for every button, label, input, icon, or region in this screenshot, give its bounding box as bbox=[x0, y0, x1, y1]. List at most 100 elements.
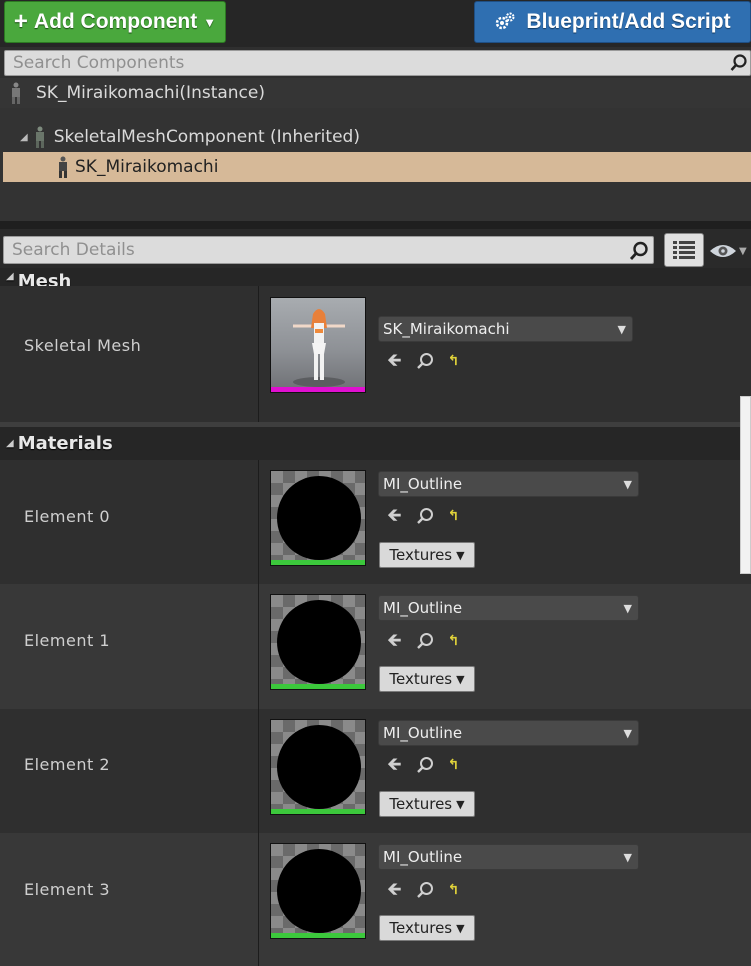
textures-dropdown-button[interactable]: Textures ▼ bbox=[379, 915, 475, 941]
material-sphere-icon bbox=[277, 600, 361, 684]
material-value: MI_Outline bbox=[383, 475, 463, 493]
chevron-down-icon: ▼ bbox=[203, 14, 217, 30]
search-icon[interactable] bbox=[629, 241, 649, 261]
plus-icon: + bbox=[13, 8, 28, 35]
tree-item-root-label: SK_Miraikomachi(Instance) bbox=[36, 83, 265, 103]
skeletal-mesh-thumbnail[interactable] bbox=[270, 297, 366, 393]
asset-tools: 🡸 ↰ bbox=[387, 507, 459, 525]
material-thumbnail[interactable] bbox=[270, 470, 366, 566]
tree-item-selected-label: SK_Miraikomachi bbox=[75, 157, 219, 177]
tree-item-inherited[interactable]: ◢ SkeletalMeshComponent (Inherited) bbox=[0, 122, 751, 152]
view-options-button[interactable]: ▼ bbox=[709, 240, 751, 262]
textures-dropdown-button[interactable]: Textures ▼ bbox=[379, 542, 475, 568]
asset-tools: 🡸 ↰ bbox=[387, 352, 459, 370]
tree-item-selected[interactable]: SK_Miraikomachi bbox=[3, 152, 751, 182]
tooltip-edge bbox=[740, 396, 751, 574]
browse-magnifier-icon[interactable] bbox=[416, 756, 434, 774]
use-selected-arrow-icon[interactable]: 🡸 bbox=[387, 881, 402, 899]
column-separator[interactable] bbox=[258, 286, 259, 422]
material-thumbnail[interactable] bbox=[270, 719, 366, 815]
material-element-row: Element 3 MI_Outline ▼ 🡸 ↰ Textures ▼ bbox=[0, 833, 751, 966]
list-view-button[interactable] bbox=[664, 233, 704, 267]
column-separator[interactable] bbox=[258, 460, 259, 584]
skeletal-mesh-row: Skeletal Mesh SK_Miraikomachi ▼ 🡸 ↰ bbox=[0, 286, 751, 422]
blueprint-add-script-button[interactable]: Blueprint/Add Script bbox=[474, 1, 751, 43]
component-tree: SK_Miraikomachi(Instance) ◢ SkeletalMesh… bbox=[0, 78, 751, 221]
material-combo[interactable]: MI_Outline ▼ bbox=[378, 720, 639, 746]
eye-icon bbox=[710, 245, 736, 257]
category-materials-title: Materials bbox=[17, 433, 113, 454]
textures-label: Textures bbox=[389, 795, 453, 813]
textures-label: Textures bbox=[389, 670, 453, 688]
chevron-down-icon: ▼ bbox=[623, 850, 632, 864]
expand-triangle-icon[interactable]: ◢ bbox=[20, 132, 28, 143]
asset-tools: 🡸 ↰ bbox=[387, 881, 459, 899]
use-selected-arrow-icon[interactable]: 🡸 bbox=[387, 352, 402, 370]
chevron-down-icon: ▼ bbox=[456, 921, 465, 935]
material-combo[interactable]: MI_Outline ▼ bbox=[378, 844, 639, 870]
material-thumbnail[interactable] bbox=[270, 843, 366, 939]
mannequin-icon bbox=[12, 82, 20, 104]
material-value: MI_Outline bbox=[383, 848, 463, 866]
mannequin-icon bbox=[59, 156, 67, 178]
material-combo[interactable]: MI_Outline ▼ bbox=[378, 595, 639, 621]
material-value: MI_Outline bbox=[383, 599, 463, 617]
column-separator[interactable] bbox=[258, 833, 259, 966]
asset-type-bar bbox=[271, 684, 365, 689]
material-element-row: Element 2 MI_Outline ▼ 🡸 ↰ Textures ▼ bbox=[0, 709, 751, 833]
material-sphere-icon bbox=[277, 725, 361, 809]
category-materials[interactable]: ◢ Materials bbox=[0, 427, 751, 460]
material-element-row: Element 1 MI_Outline ▼ 🡸 ↰ Textures ▼ bbox=[0, 584, 751, 709]
material-sphere-icon bbox=[277, 849, 361, 933]
add-component-button[interactable]: + Add Component ▼ bbox=[4, 1, 226, 43]
material-element-label: Element 0 bbox=[24, 507, 111, 526]
reset-to-default-icon[interactable]: ↰ bbox=[448, 634, 460, 648]
tree-item-root[interactable]: SK_Miraikomachi(Instance) bbox=[0, 78, 751, 108]
search-details-field[interactable] bbox=[3, 236, 654, 264]
search-icon[interactable] bbox=[730, 54, 748, 72]
textures-label: Textures bbox=[389, 546, 453, 564]
use-selected-arrow-icon[interactable]: 🡸 bbox=[387, 756, 402, 774]
asset-tools: 🡸 ↰ bbox=[387, 756, 459, 774]
search-components-input[interactable] bbox=[13, 53, 750, 73]
reset-to-default-icon[interactable]: ↰ bbox=[448, 883, 460, 897]
browse-magnifier-icon[interactable] bbox=[416, 632, 434, 650]
reset-to-default-icon[interactable]: ↰ bbox=[448, 758, 460, 772]
column-separator[interactable] bbox=[258, 709, 259, 833]
blueprint-add-script-label: Blueprint/Add Script bbox=[526, 10, 731, 33]
category-mesh-title: Mesh bbox=[17, 271, 72, 286]
reset-to-default-icon[interactable]: ↰ bbox=[448, 509, 460, 523]
use-selected-arrow-icon[interactable]: 🡸 bbox=[387, 632, 402, 650]
browse-magnifier-icon[interactable] bbox=[416, 352, 434, 370]
panel-divider[interactable] bbox=[0, 221, 751, 229]
collapse-triangle-icon[interactable]: ◢ bbox=[6, 271, 14, 282]
character-preview-icon bbox=[293, 309, 345, 387]
browse-magnifier-icon[interactable] bbox=[416, 881, 434, 899]
asset-type-bar bbox=[271, 933, 365, 938]
reset-to-default-icon[interactable]: ↰ bbox=[448, 354, 460, 368]
search-components-field[interactable] bbox=[4, 50, 751, 76]
material-combo[interactable]: MI_Outline ▼ bbox=[378, 471, 639, 497]
chevron-down-icon: ▼ bbox=[456, 672, 465, 686]
use-selected-arrow-icon[interactable]: 🡸 bbox=[387, 507, 402, 525]
category-mesh[interactable]: ◢ Mesh bbox=[0, 268, 751, 286]
chevron-down-icon: ▼ bbox=[456, 548, 465, 562]
browse-magnifier-icon[interactable] bbox=[416, 507, 434, 525]
material-element-label: Element 1 bbox=[24, 631, 111, 650]
chevron-down-icon: ▼ bbox=[623, 601, 632, 615]
textures-dropdown-button[interactable]: Textures ▼ bbox=[379, 666, 475, 692]
textures-dropdown-button[interactable]: Textures ▼ bbox=[379, 791, 475, 817]
details-toolbar: + Add Component ▼ Blueprint/Add Script bbox=[0, 0, 751, 47]
skeletal-mesh-label: Skeletal Mesh bbox=[24, 336, 142, 355]
column-separator[interactable] bbox=[258, 584, 259, 709]
asset-type-bar bbox=[271, 560, 365, 565]
details-search-bar: ▼ bbox=[0, 229, 751, 268]
chevron-down-icon: ▼ bbox=[456, 797, 465, 811]
material-thumbnail[interactable] bbox=[270, 594, 366, 690]
collapse-triangle-icon[interactable]: ◢ bbox=[6, 438, 14, 449]
add-component-label: Add Component bbox=[33, 10, 198, 33]
skeletal-mesh-combo[interactable]: SK_Miraikomachi ▼ bbox=[378, 316, 633, 342]
mannequin-icon bbox=[35, 126, 44, 148]
search-details-input[interactable] bbox=[12, 240, 653, 260]
chevron-down-icon: ▼ bbox=[617, 322, 626, 336]
